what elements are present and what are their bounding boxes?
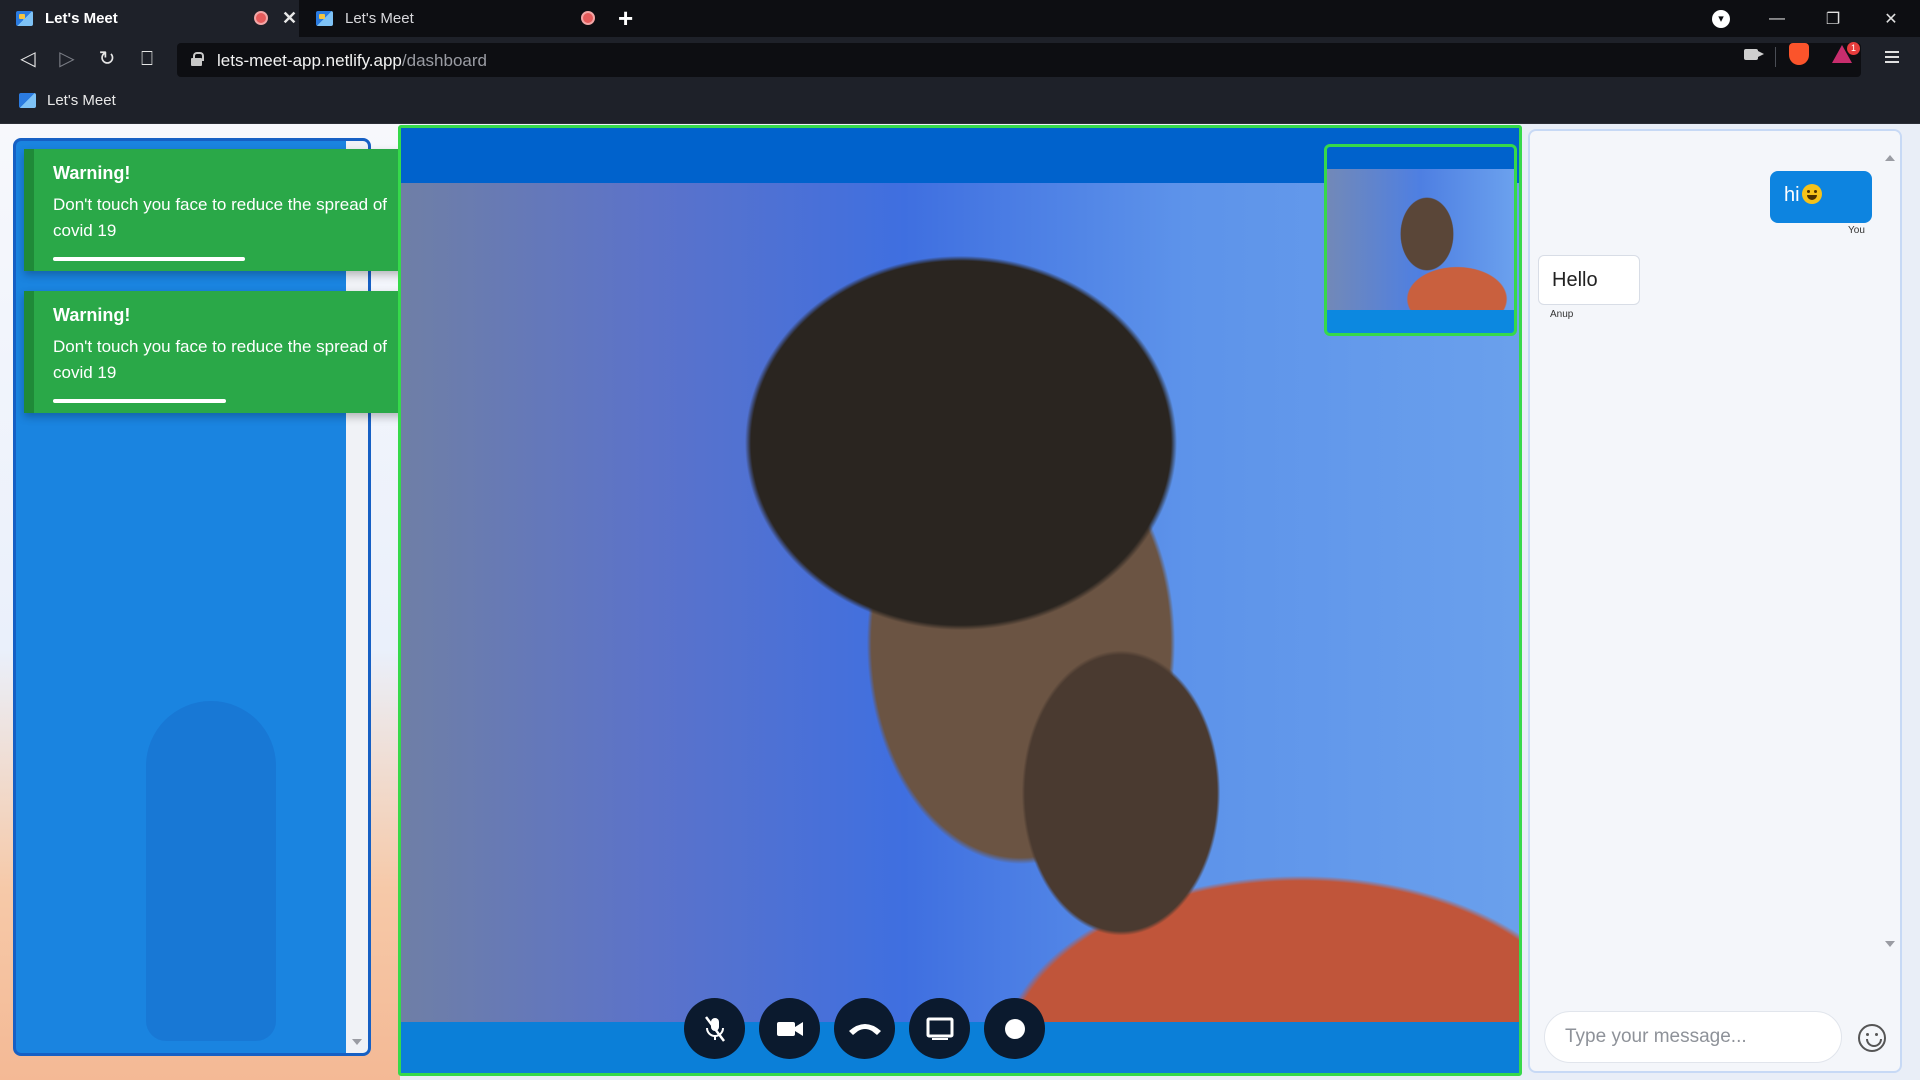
toolbar: ◁ ▷ ↻ ⎕ lets-meet-app.netlify.app/dashbo…	[0, 37, 1920, 83]
chat-input-container	[1544, 1011, 1842, 1063]
message-text: hi	[1784, 184, 1800, 206]
mic-off-icon	[704, 1015, 725, 1042]
toast-progress-bar	[53, 257, 245, 261]
message-text: Hello	[1552, 269, 1598, 291]
warning-toast[interactable]: Warning! Don't touch you face to reduce …	[24, 149, 431, 271]
toast-title: Warning!	[53, 163, 131, 183]
incoming-message: Hello	[1538, 255, 1640, 305]
toast-message: Don't touch you face to reduce the sprea…	[53, 337, 388, 382]
scroll-up-icon[interactable]	[1885, 155, 1895, 161]
local-video-pip[interactable]	[1324, 144, 1517, 336]
url-host: lets-meet-app.netlify.app	[217, 51, 402, 70]
message-sender: You	[1848, 225, 1865, 236]
bookmark-label: Let's Meet	[47, 92, 116, 109]
scrollbar[interactable]	[346, 141, 368, 1053]
record-button[interactable]	[984, 998, 1045, 1059]
bookmarks-bar: Let's Meet	[0, 83, 1920, 124]
end-call-button[interactable]	[834, 998, 895, 1059]
local-video	[1327, 169, 1514, 310]
chat-panel: hi You Hello Anup	[1528, 129, 1902, 1073]
screen-share-icon	[926, 1017, 953, 1040]
left-panel	[13, 138, 371, 1056]
message-sender: Anup	[1550, 309, 1574, 320]
bookmark-icon[interactable]: ⎕	[135, 47, 159, 71]
chat-message-input[interactable]	[1545, 1012, 1841, 1062]
tab-title: Let's Meet	[45, 10, 118, 27]
site-favicon	[316, 11, 333, 26]
share-screen-button[interactable]	[909, 998, 970, 1059]
record-icon	[1004, 1018, 1025, 1039]
warning-toast[interactable]: Warning! Don't touch you face to reduce …	[24, 291, 431, 413]
brave-shield-icon[interactable]	[1789, 43, 1809, 65]
phone-hangup-icon	[848, 1023, 881, 1035]
reload-icon[interactable]: ↻	[95, 47, 119, 71]
grinning-face-icon	[1801, 184, 1822, 204]
minimize-button[interactable]: —	[1753, 0, 1801, 37]
tree-illustration	[146, 701, 276, 1041]
recording-indicator-icon	[254, 11, 268, 25]
toast-progress-bar	[53, 399, 226, 403]
url-path: /dashboard	[401, 51, 487, 70]
back-icon[interactable]: ◁	[16, 47, 40, 71]
menu-icon[interactable]	[1885, 51, 1899, 63]
bookmark-lets-meet[interactable]: Let's Meet	[19, 92, 116, 109]
call-controls	[684, 998, 1045, 1059]
close-window-button[interactable]: ✕	[1867, 0, 1915, 37]
emoji-picker-icon[interactable]	[1858, 1024, 1886, 1052]
camera-icon[interactable]	[1744, 49, 1764, 60]
pip-header	[1327, 147, 1514, 169]
lock-icon	[191, 52, 204, 66]
tab-lets-meet-1[interactable]: Let's Meet ✕	[0, 0, 299, 37]
outgoing-message: hi	[1770, 171, 1872, 223]
close-tab-icon[interactable]: ✕	[282, 9, 297, 27]
site-favicon	[19, 93, 36, 108]
video-camera-icon	[776, 1021, 803, 1036]
tab-title: Let's Meet	[345, 10, 414, 27]
rewards-badge: 1	[1847, 42, 1860, 55]
mute-mic-button[interactable]	[684, 998, 745, 1059]
scroll-down-icon[interactable]	[1885, 941, 1895, 947]
toggle-camera-button[interactable]	[759, 998, 820, 1059]
address-bar[interactable]: lets-meet-app.netlify.app/dashboard	[177, 43, 1861, 77]
tab-strip: Let's Meet ✕ Let's Meet + ▾ — ❐ ✕	[0, 0, 1920, 37]
scroll-down-icon[interactable]	[352, 1039, 362, 1045]
chat-scrollbar[interactable]	[1882, 131, 1900, 953]
recording-indicator-icon	[581, 11, 595, 25]
toast-message: Don't touch you face to reduce the sprea…	[53, 195, 388, 240]
forward-icon[interactable]: ▷	[55, 47, 79, 71]
toast-title: Warning!	[53, 305, 131, 325]
url-text: lets-meet-app.netlify.app/dashboard	[217, 51, 487, 71]
tab-search-icon[interactable]: ▾	[1712, 10, 1730, 28]
toolbar-divider	[1775, 47, 1776, 67]
restore-button[interactable]: ❐	[1809, 0, 1857, 37]
new-tab-button[interactable]: +	[618, 5, 633, 31]
tab-lets-meet-2[interactable]: Let's Meet	[300, 0, 606, 37]
site-favicon	[16, 11, 33, 26]
page: Warning! Don't touch you face to reduce …	[0, 124, 1920, 1080]
